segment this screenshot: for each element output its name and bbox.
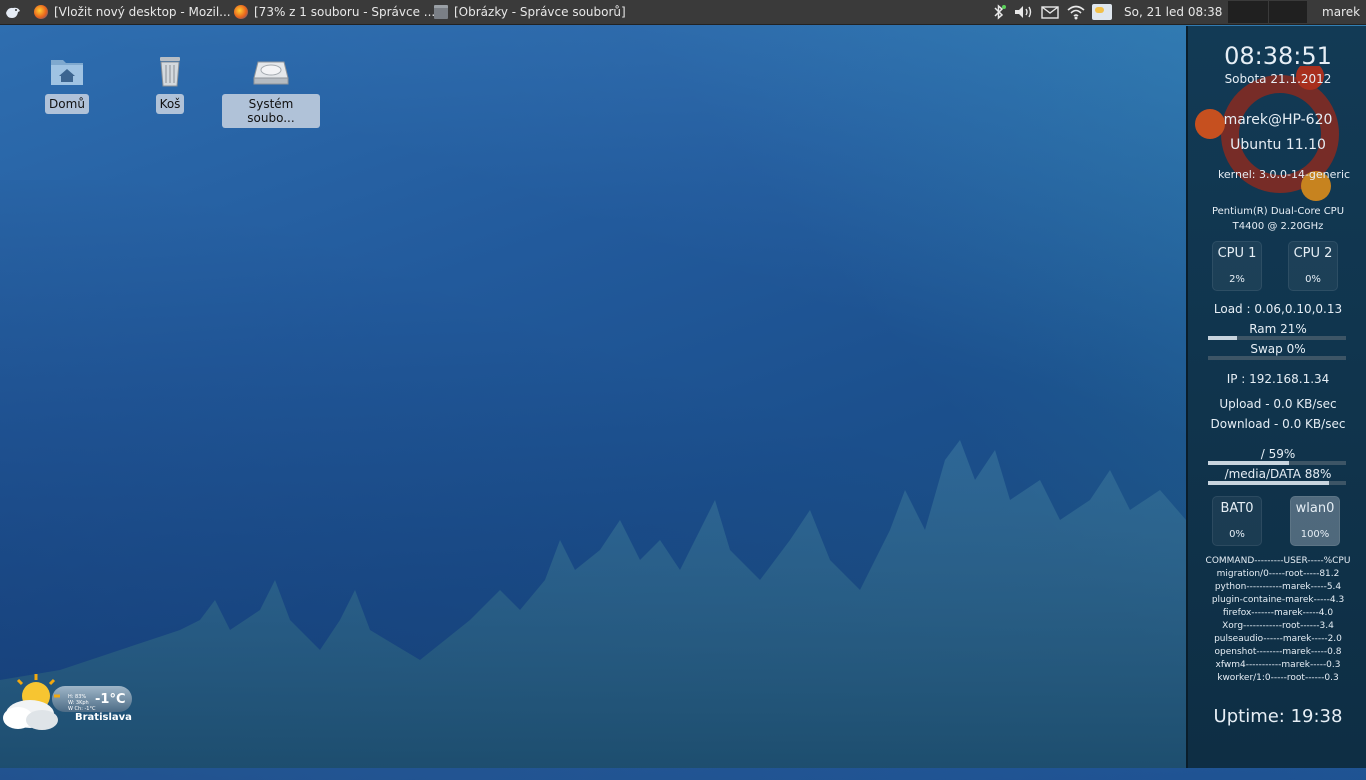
desktop-icon-label: Koš (155, 94, 185, 114)
process-row: kworker/1:0-----root------0.3 (1217, 673, 1339, 683)
cpu2-value: 0% (1305, 274, 1321, 285)
process-row: openshot--------marek-----0.8 (1214, 647, 1342, 657)
conky-host: marek@HP-620 (1223, 112, 1333, 128)
firefox-icon (234, 5, 248, 19)
battery-label: BAT0 (1220, 501, 1254, 516)
taskbar-item-file-manager[interactable]: [Obrázky - Správce souborů] (434, 0, 626, 24)
conky-swap: Swap 0% (1250, 342, 1306, 356)
fs-data-bar (1208, 481, 1346, 485)
process-row: xfwm4-----------marek-----0.3 (1215, 660, 1341, 670)
conky-date: Sobota 21.1.2012 (1224, 72, 1332, 86)
conky-kernel: kernel: 3.0.0-14-generic (1217, 168, 1351, 181)
process-row: migration/0-----root-----81.2 (1216, 569, 1340, 579)
trash-icon (160, 57, 180, 87)
cpu1-box: CPU 1 2% (1212, 241, 1262, 291)
ram-bar (1208, 336, 1346, 340)
process-header: COMMAND---------USER-----%CPU (1205, 556, 1351, 566)
process-row: Xorg------------root------3.4 (1222, 621, 1334, 631)
partly-cloudy-icon (3, 674, 60, 730)
conky-fs-root: / 59% (1260, 447, 1296, 461)
conky-upload: Upload - 0.0 KB/sec (1219, 397, 1337, 411)
process-list: COMMAND---------USER-----%CPU migration/… (1188, 555, 1366, 685)
wlan-value: 100% (1300, 529, 1330, 540)
wlan-label: wlan0 (1295, 501, 1335, 516)
panel-workspace-1[interactable] (1228, 1, 1268, 23)
fs-root-bar (1208, 461, 1346, 465)
desktop-icon-trash[interactable]: Koš (152, 52, 188, 114)
cpu2-box: CPU 2 0% (1288, 241, 1338, 291)
fs-root-bar-fill (1208, 461, 1290, 465)
process-row: python-----------marek-----5.4 (1214, 582, 1342, 592)
conky-ip: IP : 192.168.1.34 (1226, 372, 1330, 386)
weather-applet-icon[interactable] (1092, 4, 1112, 20)
cpu1-label: CPU 1 (1217, 246, 1257, 261)
desktop-icon-filesystem[interactable]: Systém soubo... (222, 54, 320, 128)
panel-clock[interactable]: So, 21 led 08:38 (1124, 0, 1222, 24)
conky-download: Download - 0.0 KB/sec (1210, 417, 1346, 431)
conky-cpu-model: Pentium(R) Dual-Core CPU (1211, 206, 1345, 217)
panel-user[interactable]: marek (1322, 0, 1360, 24)
cpu1-value: 2% (1229, 274, 1245, 285)
taskbar-item-file-transfer[interactable]: [73% z 1 souboru - Správce ... (234, 0, 435, 24)
process-row: firefox-------marek-----4.0 (1222, 608, 1334, 618)
fs-data-bar-fill (1208, 481, 1330, 485)
desktop-icon-home[interactable]: Domů (44, 54, 90, 114)
conky-cpu-speed: T4400 @ 2.20GHz (1232, 221, 1324, 232)
conky-uptime: Uptime: 19:38 (1213, 706, 1343, 727)
cpu2-label: CPU 2 (1293, 246, 1333, 261)
swap-bar (1208, 356, 1346, 360)
conky-load: Load : 0.06,0.10,0.13 (1213, 302, 1343, 316)
battery-box: BAT0 0% (1212, 496, 1262, 546)
taskbar-item-label: [73% z 1 souboru - Správce ... (254, 5, 436, 19)
conky-fs-data: /media/DATA 88% (1224, 467, 1332, 481)
ubuntu-logo-icon (1195, 66, 1339, 201)
bluetooth-icon[interactable] (992, 4, 1006, 20)
taskbar-item-label: [Vložit nový desktop - Mozil... (54, 5, 231, 19)
battery-value: 0% (1229, 529, 1245, 540)
top-panel: [Vložit nový desktop - Mozil... [73% z 1… (0, 0, 1366, 25)
weather-widget[interactable]: H: 83% W: 3Kph W Ch: -1°C -1°C Bratislav… (0, 672, 140, 736)
ram-bar-fill (1208, 336, 1237, 340)
xfce-menu-icon[interactable] (4, 3, 22, 21)
wifi-icon[interactable] (1066, 4, 1086, 20)
mail-icon[interactable] (1041, 6, 1059, 19)
desktop-icon-label: Systém soubo... (222, 94, 320, 128)
conky-monitor: 08:38:51 Sobota 21.1.2012 marek@HP-620 U… (1186, 26, 1366, 768)
weather-city: Bratislava (75, 712, 132, 723)
volume-icon[interactable] (1014, 5, 1034, 19)
folder-icon (434, 5, 448, 19)
wlan-box: wlan0 100% (1290, 496, 1340, 546)
hard-drive-icon (253, 61, 289, 85)
conky-ram: Ram 21% (1249, 322, 1307, 336)
firefox-icon (34, 5, 48, 19)
conky-os: Ubuntu 11.10 (1230, 137, 1326, 153)
desktop-icon-label: Domů (45, 94, 89, 114)
process-row: plugin-containe-marek-----4.3 (1211, 595, 1345, 605)
taskbar-item-firefox[interactable]: [Vložit nový desktop - Mozil... (34, 0, 231, 24)
conky-time: 08:38:51 (1224, 42, 1332, 70)
wallpaper-forest (0, 440, 1186, 768)
home-folder-icon (51, 60, 83, 85)
panel-workspace-2[interactable] (1269, 1, 1307, 23)
taskbar-item-label: [Obrázky - Správce souborů] (454, 5, 626, 19)
process-row: pulseaudio------marek-----2.0 (1214, 634, 1342, 644)
weather-temp: -1°C (95, 692, 126, 707)
